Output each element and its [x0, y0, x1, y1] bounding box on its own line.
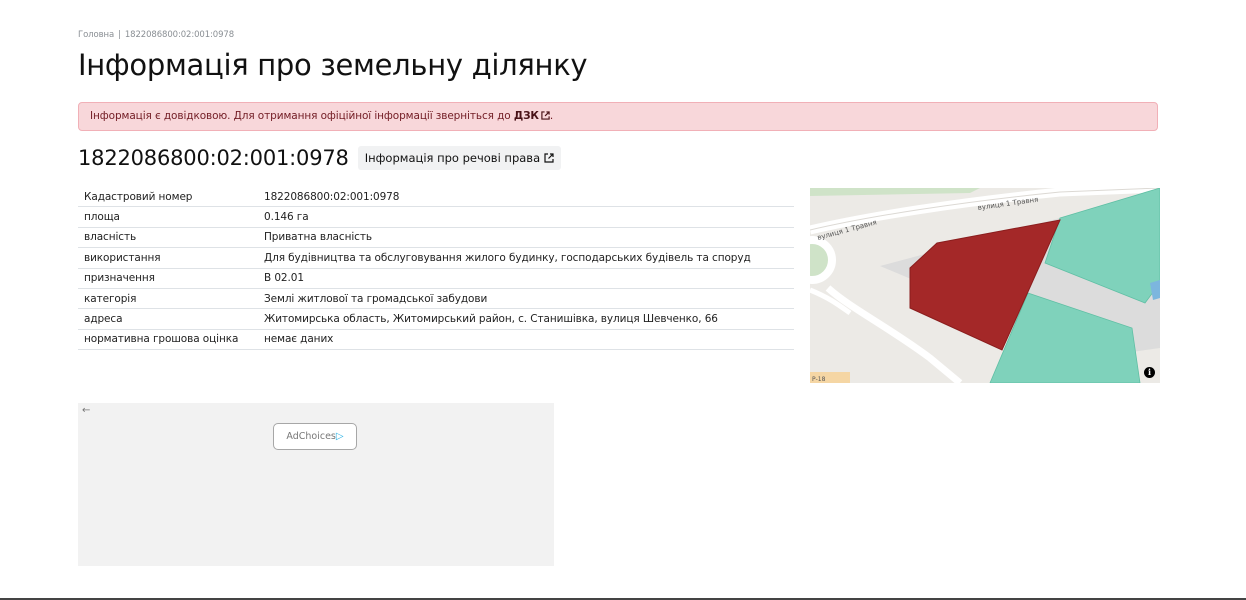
adchoices-icon: ▷ — [335, 431, 344, 442]
parcel-header: 1822086800:02:001:0978 Інформація про ре… — [78, 143, 562, 173]
row-value: Житомирська область, Житомирський район,… — [258, 308, 794, 330]
arrow-left-icon[interactable]: ← — [82, 405, 90, 416]
parcel-details-table: Кадастровий номер 1822086800:02:001:0978 … — [78, 187, 794, 351]
map-canvas[interactable]: вулиця 1 Травня вулиця 1 Травня Р-18 — [810, 188, 1160, 383]
breadcrumb-home-link[interactable]: Головна — [78, 30, 114, 40]
ad-container: ← AdChoices▷ — [78, 403, 554, 566]
property-rights-label: Інформація про речові права — [364, 151, 541, 165]
table-row: власність Приватна власність — [78, 227, 794, 249]
row-key: власність — [78, 227, 258, 249]
dzk-link[interactable]: ДЗК — [514, 110, 550, 122]
table-row: використання Для будівництва та обслугову… — [78, 247, 794, 269]
parcel-id: 1822086800:02:001:0978 — [78, 146, 349, 170]
external-link-icon — [541, 111, 550, 120]
row-key: адреса — [78, 308, 258, 330]
row-key: площа — [78, 206, 258, 228]
breadcrumb-current: 1822086800:02:001:0978 — [124, 30, 235, 40]
breadcrumb-separator: | — [118, 30, 121, 40]
table-row: категорія Землі житлової та громадської з… — [78, 288, 794, 310]
row-value: Приватна власність — [258, 227, 794, 249]
row-key: категорія — [78, 288, 258, 310]
breadcrumb: Головна | 1822086800:02:001:0978 — [78, 30, 234, 40]
alert-text: Інформація є довідковою. Для отримання о… — [90, 110, 511, 122]
row-value: немає даних — [258, 329, 794, 351]
disclaimer-alert: Інформація є довідковою. Для отримання о… — [78, 102, 1158, 131]
map-road-label: Р-18 — [812, 376, 826, 383]
page-title: Інформація про земельну ділянку — [78, 48, 588, 82]
table-row: Кадастровий номер 1822086800:02:001:0978 — [78, 187, 794, 208]
row-value: В 02.01 — [258, 268, 794, 289]
info-icon[interactable]: i — [1144, 367, 1155, 378]
row-value: 1822086800:02:001:0978 — [258, 187, 794, 208]
row-value: Землі житлової та громадської забудови — [258, 288, 794, 310]
property-rights-button[interactable]: Інформація про речові права — [357, 146, 562, 170]
adchoices-label: AdChoices — [286, 431, 336, 442]
external-link-icon — [544, 153, 554, 163]
row-key: використання — [78, 247, 258, 269]
parcel-map[interactable]: вулиця 1 Травня вулиця 1 Травня Р-18 i — [810, 188, 1160, 383]
row-key: Кадастровий номер — [78, 187, 258, 208]
row-key: нормативна грошова оцінка — [78, 329, 258, 351]
row-value: Для будівництва та обслуговування жилого… — [258, 247, 794, 269]
row-value: 0.146 га — [258, 206, 794, 228]
adchoices-button[interactable]: AdChoices▷ — [273, 423, 357, 450]
table-row: адреса Житомирська область, Житомирський … — [78, 308, 794, 330]
table-row: призначення В 02.01 — [78, 268, 794, 289]
table-row: площа 0.146 га — [78, 206, 794, 228]
alert-suffix: . — [549, 110, 554, 122]
row-key: призначення — [78, 268, 258, 289]
table-row: нормативна грошова оцінка немає даних — [78, 329, 794, 351]
dzk-link-label: ДЗК — [513, 110, 539, 122]
